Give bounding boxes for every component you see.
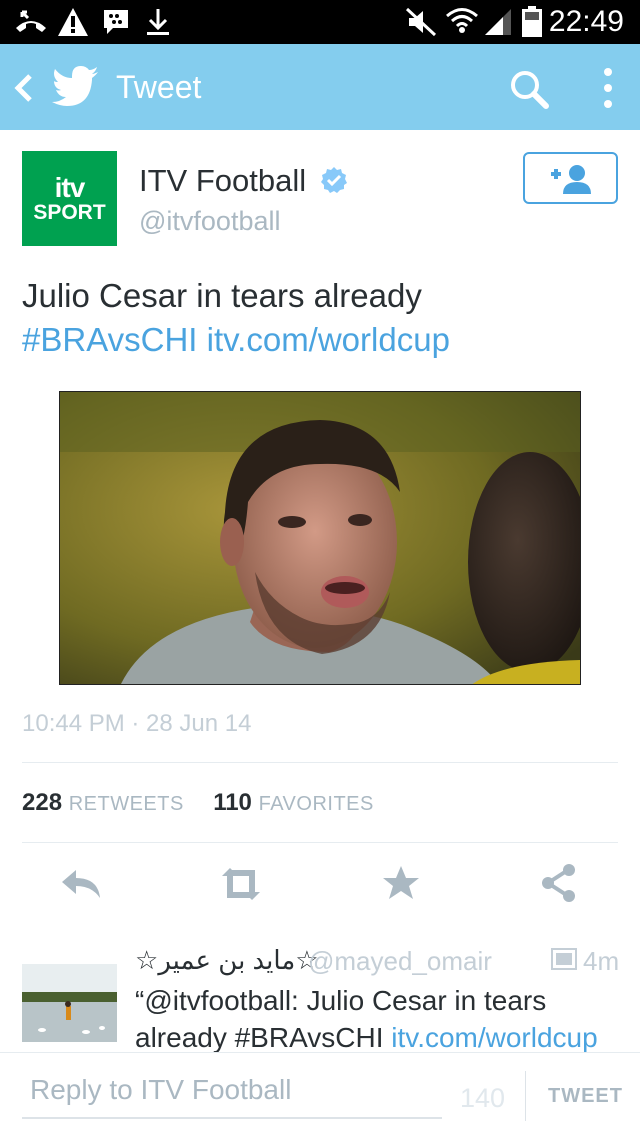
reply-author-name[interactable]: ☆مايد بن عمير☆ <box>135 944 319 976</box>
tweet-media-photo[interactable] <box>59 391 581 685</box>
tweet-text: Julio Cesar in tears already #BRAvsCHI i… <box>22 274 622 362</box>
reply-avatar[interactable] <box>22 964 117 1042</box>
divider <box>22 762 618 763</box>
author-avatar[interactable]: itv SPORT <box>22 151 117 246</box>
back-icon[interactable] <box>8 70 38 106</box>
reply-list-item[interactable]: ☆مايد بن عمير☆ @mayed_omair 4m “@itvfoot… <box>0 926 640 1056</box>
reply-icon[interactable] <box>58 862 104 906</box>
author-handle[interactable]: @itvfootball <box>139 205 280 237</box>
search-icon[interactable] <box>508 68 552 110</box>
reply-url-link[interactable]: itv.com/worldcup <box>391 1022 597 1053</box>
app-bar: Tweet <box>0 44 640 130</box>
add-user-icon <box>551 165 591 194</box>
avatar-logo-line1: itv <box>54 172 86 203</box>
battery-icon <box>520 6 544 38</box>
divider <box>22 842 618 843</box>
favorites-count[interactable]: 110 <box>213 789 252 816</box>
reply-text: “@itvfootball: Julio Cesar in tears alre… <box>135 982 625 1056</box>
twitter-bird-icon[interactable] <box>52 66 100 106</box>
divider <box>525 1071 526 1121</box>
app-bar-title: Tweet <box>116 69 202 105</box>
retweet-icon[interactable] <box>216 862 266 906</box>
photo-attachment-icon <box>551 948 577 970</box>
favorite-icon[interactable] <box>380 862 426 906</box>
tweet-button[interactable]: TWEET <box>548 1085 623 1108</box>
verified-badge-icon <box>320 166 348 194</box>
tweet-timestamp: 10:44 PM · 28 Jun 14 <box>22 710 252 737</box>
tweet-detail-screen: 22:49 Tweet itv SPORT ITV Football @itvf… <box>0 0 640 1138</box>
mute-icon <box>404 6 438 38</box>
tweet-body: Julio Cesar in tears already <box>22 277 422 314</box>
hashtag-link[interactable]: #BRAvsCHI <box>22 321 197 358</box>
author-name[interactable]: ITV Football <box>139 163 306 199</box>
reply-author-handle[interactable]: @mayed_omair <box>308 946 492 976</box>
missed-call-icon <box>14 6 48 38</box>
url-link[interactable]: itv.com/worldcup <box>207 321 450 358</box>
warning-icon <box>56 6 90 38</box>
avatar-logo-line2: SPORT <box>33 201 106 224</box>
retweets-count[interactable]: 228 <box>22 789 62 816</box>
reply-input[interactable] <box>22 1063 442 1119</box>
tweet-stats: 228 RETWEETS 110 FAVORITES <box>22 788 374 819</box>
bbm-icon <box>100 6 132 38</box>
share-icon[interactable] <box>538 862 584 906</box>
follow-button[interactable] <box>523 152 618 204</box>
clock: 22:49 <box>548 5 624 38</box>
signal-icon <box>482 6 514 38</box>
reply-time: 4m <box>583 946 620 976</box>
character-count: 140 <box>460 1083 506 1113</box>
overflow-menu-icon[interactable] <box>596 66 620 110</box>
status-bar: 22:49 <box>0 0 640 44</box>
reply-composer: 140 TWEET <box>0 1052 640 1138</box>
retweets-label[interactable]: RETWEETS <box>69 793 184 815</box>
download-icon <box>144 6 172 38</box>
wifi-icon <box>444 6 480 38</box>
favorites-label[interactable]: FAVORITES <box>259 793 374 815</box>
